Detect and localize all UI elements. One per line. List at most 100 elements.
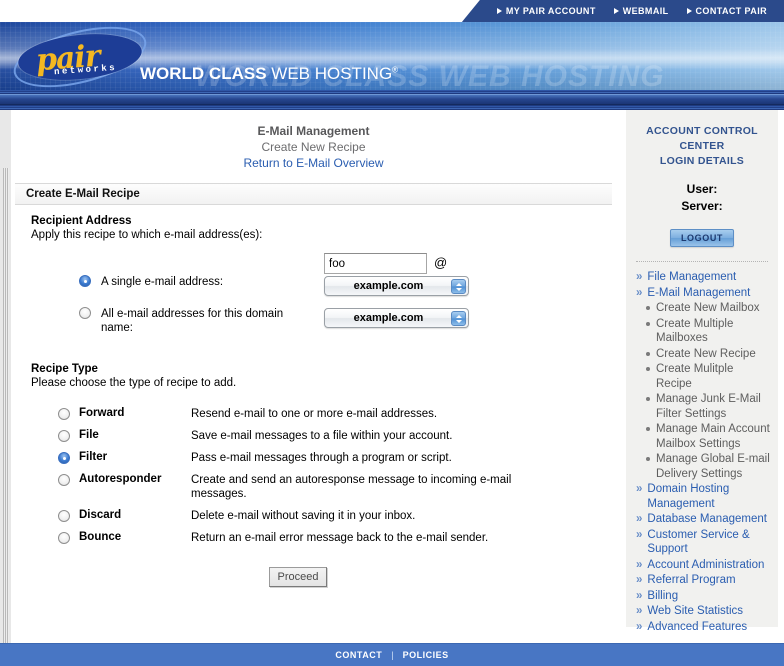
sidebar-link-domain-hosting-management[interactable]: » Domain Hosting Management (636, 482, 770, 511)
recipe-type-description: Create and send an autoresponse message … (191, 474, 512, 500)
sidebar-heading: ACCOUNT CONTROL CENTER LOGIN DETAILS (634, 124, 770, 169)
sidebar-sublink-create-new-recipe[interactable]: Create New Recipe (646, 347, 770, 362)
bullet-icon (646, 351, 650, 356)
recipe-type-options: Forward Resend e-mail to one or more e-ma… (31, 407, 616, 545)
radio-recipe-filter[interactable] (58, 452, 70, 464)
recipe-type-name: Autoresponder (79, 473, 162, 485)
recipient-options: A single e-mail address: All e-mail addr… (31, 253, 616, 345)
radio-recipe-autoresponder[interactable] (58, 474, 70, 486)
radio-recipe-file[interactable] (58, 430, 70, 442)
recipe-type-name: Discard (79, 509, 122, 521)
radio-recipe-bounce[interactable] (58, 532, 70, 544)
recipe-type-name: Filter (79, 451, 108, 463)
sidebar-link-web-site-statistics[interactable]: » Web Site Statistics (636, 604, 770, 619)
sidebar-link-label: Referral Program (647, 574, 736, 586)
sidebar-sublink-manage-junk-e-mail-filter-settings[interactable]: Manage Junk E-Mail Filter Settings (646, 392, 770, 421)
top-navigation-bar: MY PAIR ACCOUNT WEBMAIL CONTACT PAIR (0, 0, 784, 22)
domain-select-all[interactable]: example.com (324, 308, 469, 328)
topnav-item-1[interactable]: WEBMAIL (605, 6, 678, 16)
sidebar-link-account-administration[interactable]: » Account Administration (636, 558, 770, 573)
recipe-radio-cell (31, 531, 79, 544)
recipe-type-name: Bounce (79, 531, 122, 543)
recipient-address-subtext: Apply this recipe to which e-mail addres… (31, 229, 263, 241)
recipe-radio-cell (31, 473, 79, 486)
double-chevron-icon: » (636, 589, 643, 602)
double-chevron-icon: » (636, 620, 643, 633)
triangle-bullet-icon (496, 8, 502, 14)
recipe-radio-cell (31, 407, 79, 420)
banner-bottom-band-inner (0, 94, 784, 105)
domain-select-single[interactable]: example.com (324, 276, 469, 296)
double-chevron-icon: » (636, 605, 643, 617)
radio-single-email-label: A single e-mail address: (101, 276, 224, 288)
server-label: Server: (681, 199, 723, 213)
sidebar-sublink-manage-global-e-mail-delivery-settings[interactable]: Manage Global E-mail Delivery Settings (646, 452, 770, 481)
bullet-icon (646, 321, 650, 326)
recipient-address-heading: Recipient Address (31, 215, 132, 227)
top-navigation-links: MY PAIR ACCOUNT WEBMAIL CONTACT PAIR (461, 0, 784, 22)
sidebar-link-label: Account Administration (647, 558, 765, 571)
double-chevron-icon: » (636, 286, 643, 299)
at-symbol: @ (434, 255, 448, 270)
return-to-overview-link[interactable]: Return to E-Mail Overview (243, 156, 383, 170)
sidebar-link-advanced-features[interactable]: » Advanced Features (636, 620, 770, 635)
topnav-item-0[interactable]: MY PAIR ACCOUNT (488, 6, 605, 16)
radio-recipe-discard[interactable] (58, 510, 70, 522)
recipe-type-row: File Save e-mail messages to a file withi… (31, 429, 616, 443)
tagline-registered-mark: ® (392, 65, 399, 75)
radio-all-domain-email[interactable] (79, 307, 91, 319)
recipe-type-description: Save e-mail messages to a file within yo… (191, 430, 453, 442)
sidebar-link-label: Manage Junk E-Mail Filter Settings (656, 393, 761, 420)
proceed-button[interactable]: Proceed (269, 567, 327, 587)
login-details: User: Server: (634, 181, 770, 215)
sidebar-sublink-create-multiple-mailboxes[interactable]: Create Multiple Mailboxes (646, 317, 770, 346)
logout-row: LOGOUT (634, 228, 770, 247)
email-local-part-input[interactable] (324, 253, 427, 274)
double-chevron-icon: » (636, 574, 643, 586)
sidebar-link-database-management[interactable]: » Database Management (636, 512, 770, 527)
logout-button[interactable]: LOGOUT (669, 229, 735, 247)
sidebar-sublink-manage-main-account-mailbox-settings[interactable]: Manage Main Account Mailbox Settings (646, 422, 770, 451)
left-rail (0, 110, 11, 643)
radio-recipe-forward[interactable] (58, 408, 70, 420)
tagline-rest: WEB HOSTING (266, 64, 393, 83)
sidebar-link-e-mail-management[interactable]: » E-Mail Management (636, 286, 770, 301)
topnav-item-2[interactable]: CONTACT PAIR (678, 6, 776, 16)
page-title: E-Mail Management (257, 124, 370, 138)
sidebar-link-label: Billing (647, 589, 679, 602)
sidebar-heading-line2: LOGIN DETAILS (659, 155, 745, 167)
domain-select-single-value: example.com (353, 280, 424, 292)
sidebar-link-label: Advanced Features (647, 620, 748, 633)
sidebar-link-label: Customer Service & Support (647, 528, 750, 556)
sidebar-link-referral-program[interactable]: » Referral Program (636, 573, 770, 588)
sidebar-heading-line1: ACCOUNT CONTROL CENTER (646, 125, 758, 152)
topnav-item-label: CONTACT PAIR (695, 6, 767, 16)
recipe-radio-cell (31, 451, 79, 464)
sidebar-link-billing[interactable]: » Billing (636, 589, 770, 604)
server-row: Server: (634, 198, 770, 215)
sidebar-navigation: » File Management » E-Mail Management Create… (634, 270, 770, 634)
bullet-icon (646, 306, 650, 310)
sidebar-link-file-management[interactable]: » File Management (636, 270, 770, 285)
page-root: MY PAIR ACCOUNT WEBMAIL CONTACT PAIR WORLD… (0, 0, 784, 666)
double-chevron-icon: » (636, 483, 643, 495)
bullet-icon (646, 397, 650, 401)
pair-networks-logo[interactable]: pair networks (7, 22, 153, 90)
footer-contact-link[interactable]: CONTACT (335, 650, 382, 660)
sidebar-sublink-create-new-mailbox[interactable]: Create New Mailbox (646, 301, 770, 316)
triangle-bullet-icon (686, 8, 692, 14)
sidebar-link-label: Database Management (647, 513, 767, 525)
radio-single-email[interactable] (79, 275, 91, 287)
sidebar-divider (636, 261, 768, 262)
sidebar-link-customer-service-support[interactable]: » Customer Service & Support (636, 528, 770, 557)
section-header-label: Create E-Mail Recipe (26, 188, 140, 200)
footer-policies-link[interactable]: POLICIES (403, 650, 449, 660)
recipe-type-name: File (79, 429, 99, 441)
double-chevron-icon: » (636, 528, 643, 541)
recipe-type-description: Return an e-mail error message back to t… (191, 532, 489, 544)
sidebar-sublink-create-mulitple-recipe[interactable]: Create Mulitple Recipe (646, 362, 770, 391)
page-subtitle: Create New Recipe (261, 140, 366, 154)
chevron-updown-icon (451, 279, 466, 294)
topnav-item-label: MY PAIR ACCOUNT (505, 6, 596, 16)
sidebar-link-label: Create New Recipe (656, 347, 756, 360)
